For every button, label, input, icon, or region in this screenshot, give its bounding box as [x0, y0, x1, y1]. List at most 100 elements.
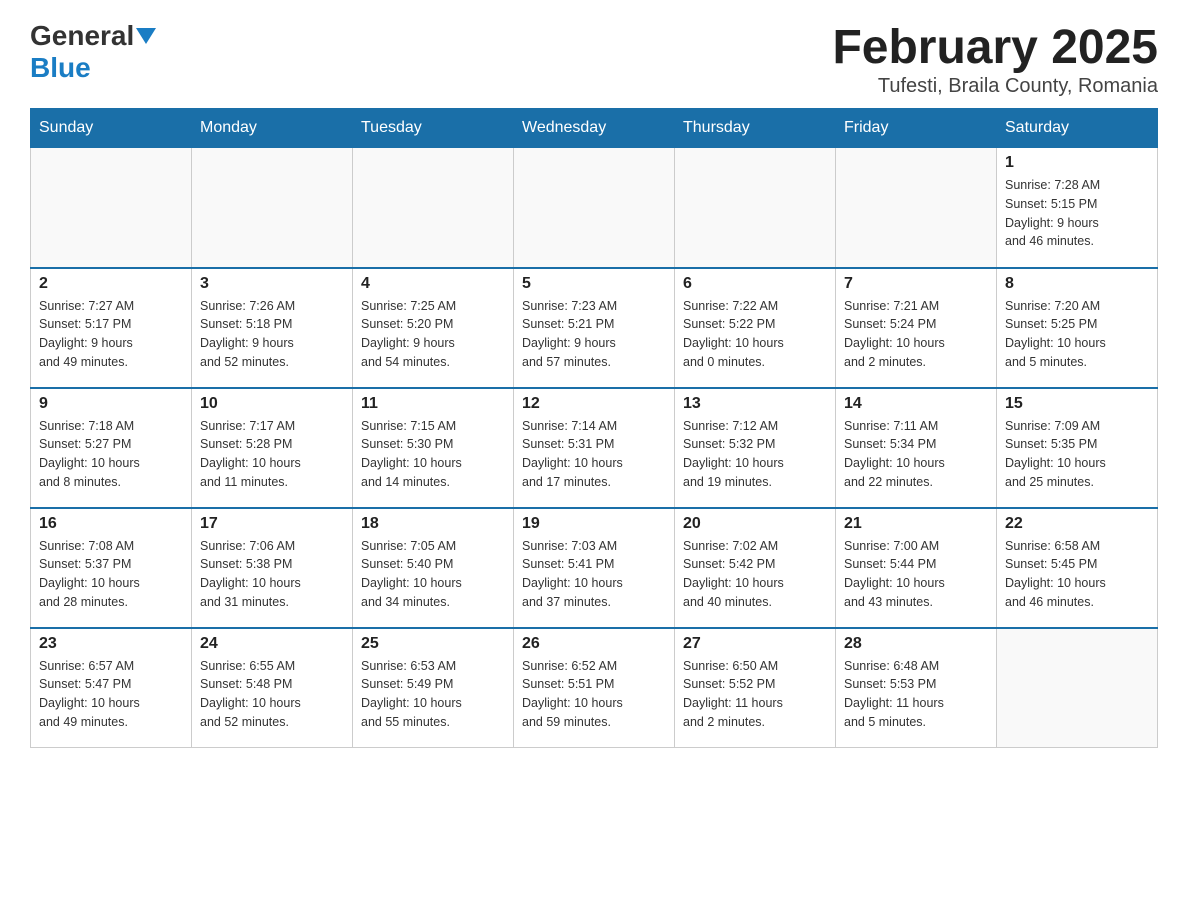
day-number: 8	[1005, 275, 1149, 293]
day-info: Sunrise: 7:12 AM Sunset: 5:32 PM Dayligh…	[683, 417, 827, 492]
day-number: 21	[844, 515, 988, 533]
day-number: 26	[522, 635, 666, 653]
day-number: 19	[522, 515, 666, 533]
calendar-cell	[31, 148, 192, 268]
day-info: Sunrise: 7:15 AM Sunset: 5:30 PM Dayligh…	[361, 417, 505, 492]
logo-text: General	[30, 20, 158, 52]
calendar-cell: 23 Sunrise: 6:57 AM Sunset: 5:47 PM Dayli…	[31, 628, 192, 748]
day-info: Sunrise: 7:25 AM Sunset: 5:20 PM Dayligh…	[361, 297, 505, 372]
day-info: Sunrise: 7:28 AM Sunset: 5:15 PM Dayligh…	[1005, 176, 1149, 251]
day-info: Sunrise: 7:06 AM Sunset: 5:38 PM Dayligh…	[200, 537, 344, 612]
day-number: 25	[361, 635, 505, 653]
calendar-cell: 2 Sunrise: 7:27 AM Sunset: 5:17 PM Daylig…	[31, 268, 192, 388]
day-info: Sunrise: 7:27 AM Sunset: 5:17 PM Dayligh…	[39, 297, 183, 372]
weekday-header-sunday: Sunday	[31, 109, 192, 148]
calendar-cell: 8 Sunrise: 7:20 AM Sunset: 5:25 PM Daylig…	[997, 268, 1158, 388]
title-section: February 2025 Tufesti, Braila County, Ro…	[832, 20, 1158, 98]
calendar-table: SundayMondayTuesdayWednesdayThursdayFrid…	[30, 108, 1158, 748]
calendar-cell: 17Sunrise: 7:06 AM Sunset: 5:38 PM Dayli…	[192, 508, 353, 628]
logo-general-text: General	[30, 20, 134, 52]
day-number: 15	[1005, 395, 1149, 413]
calendar-cell: 26 Sunrise: 6:52 AM Sunset: 5:51 PM Dayli…	[514, 628, 675, 748]
weekday-header-friday: Friday	[836, 109, 997, 148]
calendar-cell: 7 Sunrise: 7:21 AM Sunset: 5:24 PM Daylig…	[836, 268, 997, 388]
day-info: Sunrise: 7:02 AM Sunset: 5:42 PM Dayligh…	[683, 537, 827, 612]
day-number: 9	[39, 395, 183, 413]
weekday-header-saturday: Saturday	[997, 109, 1158, 148]
calendar-cell	[675, 148, 836, 268]
day-info: Sunrise: 7:11 AM Sunset: 5:34 PM Dayligh…	[844, 417, 988, 492]
day-info: Sunrise: 6:53 AM Sunset: 5:49 PM Dayligh…	[361, 657, 505, 732]
calendar-cell: 11Sunrise: 7:15 AM Sunset: 5:30 PM Dayli…	[353, 388, 514, 508]
calendar-cell: 21 Sunrise: 7:00 AM Sunset: 5:44 PM Dayli…	[836, 508, 997, 628]
weekday-header-tuesday: Tuesday	[353, 109, 514, 148]
day-info: Sunrise: 7:21 AM Sunset: 5:24 PM Dayligh…	[844, 297, 988, 372]
day-info: Sunrise: 6:58 AM Sunset: 5:45 PM Dayligh…	[1005, 537, 1149, 612]
logo-triangle-icon	[136, 28, 156, 44]
weekday-header-thursday: Thursday	[675, 109, 836, 148]
day-number: 23	[39, 635, 183, 653]
calendar-cell: 14 Sunrise: 7:11 AM Sunset: 5:34 PM Dayli…	[836, 388, 997, 508]
logo-blue-text: Blue	[30, 52, 91, 84]
logo: General Blue	[30, 20, 158, 84]
day-number: 1	[1005, 154, 1149, 172]
calendar-cell: 9Sunrise: 7:18 AM Sunset: 5:27 PM Daylig…	[31, 388, 192, 508]
day-info: Sunrise: 7:03 AM Sunset: 5:41 PM Dayligh…	[522, 537, 666, 612]
calendar-cell: 12 Sunrise: 7:14 AM Sunset: 5:31 PM Dayli…	[514, 388, 675, 508]
day-number: 27	[683, 635, 827, 653]
calendar-cell: 10 Sunrise: 7:17 AM Sunset: 5:28 PM Dayli…	[192, 388, 353, 508]
calendar-cell	[836, 148, 997, 268]
day-info: Sunrise: 7:00 AM Sunset: 5:44 PM Dayligh…	[844, 537, 988, 612]
calendar-cell	[997, 628, 1158, 748]
day-number: 12	[522, 395, 666, 413]
day-number: 14	[844, 395, 988, 413]
day-number: 20	[683, 515, 827, 533]
day-info: Sunrise: 7:08 AM Sunset: 5:37 PM Dayligh…	[39, 537, 183, 612]
day-info: Sunrise: 7:09 AM Sunset: 5:35 PM Dayligh…	[1005, 417, 1149, 492]
day-info: Sunrise: 6:50 AM Sunset: 5:52 PM Dayligh…	[683, 657, 827, 732]
day-info: Sunrise: 6:57 AM Sunset: 5:47 PM Dayligh…	[39, 657, 183, 732]
day-number: 16	[39, 515, 183, 533]
day-number: 28	[844, 635, 988, 653]
calendar-cell: 3Sunrise: 7:26 AM Sunset: 5:18 PM Daylig…	[192, 268, 353, 388]
day-info: Sunrise: 7:05 AM Sunset: 5:40 PM Dayligh…	[361, 537, 505, 612]
day-number: 18	[361, 515, 505, 533]
day-number: 22	[1005, 515, 1149, 533]
calendar-cell	[353, 148, 514, 268]
calendar-cell: 24 Sunrise: 6:55 AM Sunset: 5:48 PM Dayli…	[192, 628, 353, 748]
day-info: Sunrise: 7:26 AM Sunset: 5:18 PM Dayligh…	[200, 297, 344, 372]
page-header: General Blue February 2025 Tufesti, Brai…	[30, 20, 1158, 98]
day-info: Sunrise: 6:52 AM Sunset: 5:51 PM Dayligh…	[522, 657, 666, 732]
day-number: 2	[39, 275, 183, 293]
calendar-cell: 16 Sunrise: 7:08 AM Sunset: 5:37 PM Dayli…	[31, 508, 192, 628]
calendar-cell	[192, 148, 353, 268]
day-number: 24	[200, 635, 344, 653]
calendar-cell: 22 Sunrise: 6:58 AM Sunset: 5:45 PM Dayli…	[997, 508, 1158, 628]
calendar-cell: 28 Sunrise: 6:48 AM Sunset: 5:53 PM Dayli…	[836, 628, 997, 748]
day-info: Sunrise: 6:55 AM Sunset: 5:48 PM Dayligh…	[200, 657, 344, 732]
calendar-cell: 4 Sunrise: 7:25 AM Sunset: 5:20 PM Daylig…	[353, 268, 514, 388]
calendar-cell	[514, 148, 675, 268]
day-info: Sunrise: 7:20 AM Sunset: 5:25 PM Dayligh…	[1005, 297, 1149, 372]
calendar-cell: 18 Sunrise: 7:05 AM Sunset: 5:40 PM Dayli…	[353, 508, 514, 628]
day-info: Sunrise: 7:14 AM Sunset: 5:31 PM Dayligh…	[522, 417, 666, 492]
weekday-header-row: SundayMondayTuesdayWednesdayThursdayFrid…	[31, 109, 1158, 148]
day-number: 7	[844, 275, 988, 293]
day-number: 10	[200, 395, 344, 413]
calendar-week-1: 1 Sunrise: 7:28 AM Sunset: 5:15 PM Daylig…	[31, 148, 1158, 268]
calendar-cell: 5 Sunrise: 7:23 AM Sunset: 5:21 PM Daylig…	[514, 268, 675, 388]
calendar-cell: 1 Sunrise: 7:28 AM Sunset: 5:15 PM Daylig…	[997, 148, 1158, 268]
calendar-cell: 25 Sunrise: 6:53 AM Sunset: 5:49 PM Dayli…	[353, 628, 514, 748]
calendar-week-2: 2 Sunrise: 7:27 AM Sunset: 5:17 PM Daylig…	[31, 268, 1158, 388]
calendar-cell: 19 Sunrise: 7:03 AM Sunset: 5:41 PM Dayli…	[514, 508, 675, 628]
weekday-header-monday: Monday	[192, 109, 353, 148]
day-info: Sunrise: 7:22 AM Sunset: 5:22 PM Dayligh…	[683, 297, 827, 372]
day-info: Sunrise: 6:48 AM Sunset: 5:53 PM Dayligh…	[844, 657, 988, 732]
day-number: 5	[522, 275, 666, 293]
day-info: Sunrise: 7:23 AM Sunset: 5:21 PM Dayligh…	[522, 297, 666, 372]
calendar-cell: 15 Sunrise: 7:09 AM Sunset: 5:35 PM Dayli…	[997, 388, 1158, 508]
day-number: 4	[361, 275, 505, 293]
calendar-week-4: 16 Sunrise: 7:08 AM Sunset: 5:37 PM Dayli…	[31, 508, 1158, 628]
day-info: Sunrise: 7:17 AM Sunset: 5:28 PM Dayligh…	[200, 417, 344, 492]
calendar-cell: 6Sunrise: 7:22 AM Sunset: 5:22 PM Daylig…	[675, 268, 836, 388]
